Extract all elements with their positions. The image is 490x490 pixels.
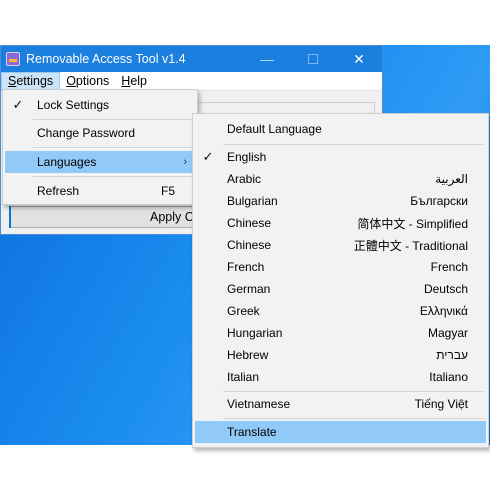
- menu-help-rest: elp: [130, 73, 147, 88]
- language-native-name: Magyar: [427, 326, 468, 340]
- maximize-icon: [308, 54, 318, 64]
- language-name: Hungarian: [227, 326, 283, 340]
- maximize-button[interactable]: [290, 46, 336, 72]
- menu-item-label: Languages: [37, 155, 97, 169]
- language-native-name: French: [430, 260, 468, 274]
- minimize-button[interactable]: —: [244, 46, 290, 72]
- menu-item-refresh[interactable]: Refresh F5: [5, 180, 195, 202]
- menu-item-label: Change Password: [37, 126, 136, 140]
- language-name: Hebrew: [227, 348, 269, 362]
- apply-button-label: Apply C: [150, 210, 194, 224]
- menu-separator: [33, 176, 193, 177]
- language-item-german[interactable]: German Deutsch: [195, 278, 486, 300]
- language-native-name: Български: [410, 194, 468, 208]
- language-name: German: [227, 282, 271, 296]
- language-native-name: Deutsch: [423, 282, 468, 296]
- language-name: French: [227, 260, 265, 274]
- language-name: Chinese: [227, 238, 272, 252]
- language-item-english[interactable]: ✓ English: [195, 146, 486, 168]
- menu-help-mnemonic: H: [121, 73, 131, 88]
- language-item-vietnamese[interactable]: Vietnamese Tiếng Việt: [195, 393, 486, 415]
- language-item-italian[interactable]: Italian Italiano: [195, 366, 486, 388]
- menu-item-lock-settings[interactable]: ✓ Lock Settings: [5, 94, 195, 116]
- language-item-bulgarian[interactable]: Bulgarian Български: [195, 190, 486, 212]
- check-icon: ✓: [202, 149, 214, 164]
- menu-separator: [33, 147, 193, 148]
- title-bar[interactable]: Removable Access Tool v1.4 — ✕: [1, 46, 382, 72]
- languages-submenu: Default Language ✓ English Arabic العربي…: [192, 113, 489, 448]
- menu-help[interactable]: Help: [115, 72, 153, 91]
- menu-options[interactable]: Options: [60, 72, 115, 91]
- language-name: Arabic: [227, 172, 262, 186]
- menu-item-label: Refresh: [37, 184, 80, 198]
- language-name: English: [227, 150, 267, 164]
- menu-separator: [223, 144, 484, 145]
- language-item-chinese-simplified[interactable]: Chinese 简体中文 - Simplified: [195, 212, 486, 234]
- menu-item-translate[interactable]: Translate: [195, 421, 486, 443]
- language-name: Italian: [227, 370, 260, 384]
- language-name: Greek: [227, 304, 260, 318]
- check-icon: ✓: [12, 97, 24, 112]
- language-native-name: العربية: [435, 172, 468, 186]
- settings-dropdown: ✓ Lock Settings Change Password Language…: [2, 89, 198, 205]
- language-native-name: עברית: [436, 348, 468, 362]
- app-icon: [6, 52, 20, 66]
- menu-item-shortcut: F5: [160, 184, 175, 198]
- menu-item-label: Default Language: [227, 122, 322, 136]
- language-native-name: Tiếng Việt: [414, 397, 468, 411]
- window-title: Removable Access Tool v1.4: [26, 52, 186, 66]
- menu-separator: [223, 391, 484, 392]
- menu-options-rest: ptions: [75, 73, 110, 88]
- language-item-hungarian[interactable]: Hungarian Magyar: [195, 322, 486, 344]
- language-item-hebrew[interactable]: Hebrew עברית: [195, 344, 486, 366]
- menu-item-label: Translate: [227, 425, 277, 439]
- language-name: Bulgarian: [227, 194, 278, 208]
- menu-separator: [33, 119, 193, 120]
- menu-item-languages[interactable]: Languages ›: [5, 151, 195, 173]
- menu-separator: [223, 418, 484, 419]
- language-name: Chinese: [227, 216, 272, 230]
- language-item-french[interactable]: French French: [195, 256, 486, 278]
- language-native-name: 简体中文 - Simplified: [357, 216, 468, 231]
- language-item-greek[interactable]: Greek Ελληνικά: [195, 300, 486, 322]
- close-button[interactable]: ✕: [336, 46, 382, 72]
- language-item-arabic[interactable]: Arabic العربية: [195, 168, 486, 190]
- menu-item-label: Lock Settings: [37, 98, 110, 112]
- language-native-name: Italiano: [429, 370, 468, 384]
- menu-settings[interactable]: Settings: [1, 71, 61, 91]
- language-native-name: 正體中文 - Traditional: [353, 238, 468, 253]
- language-native-name: Ελληνικά: [419, 304, 468, 318]
- menu-item-default-language[interactable]: Default Language: [195, 118, 486, 140]
- language-item-chinese-traditional[interactable]: Chinese 正體中文 - Traditional: [195, 234, 486, 256]
- menu-settings-rest: ettings: [16, 73, 54, 88]
- submenu-arrow-icon: ›: [183, 156, 187, 168]
- menu-options-mnemonic: O: [66, 73, 76, 88]
- language-name: Vietnamese: [227, 397, 291, 411]
- focus-accent: [9, 206, 11, 228]
- menu-item-change-password[interactable]: Change Password: [5, 122, 195, 144]
